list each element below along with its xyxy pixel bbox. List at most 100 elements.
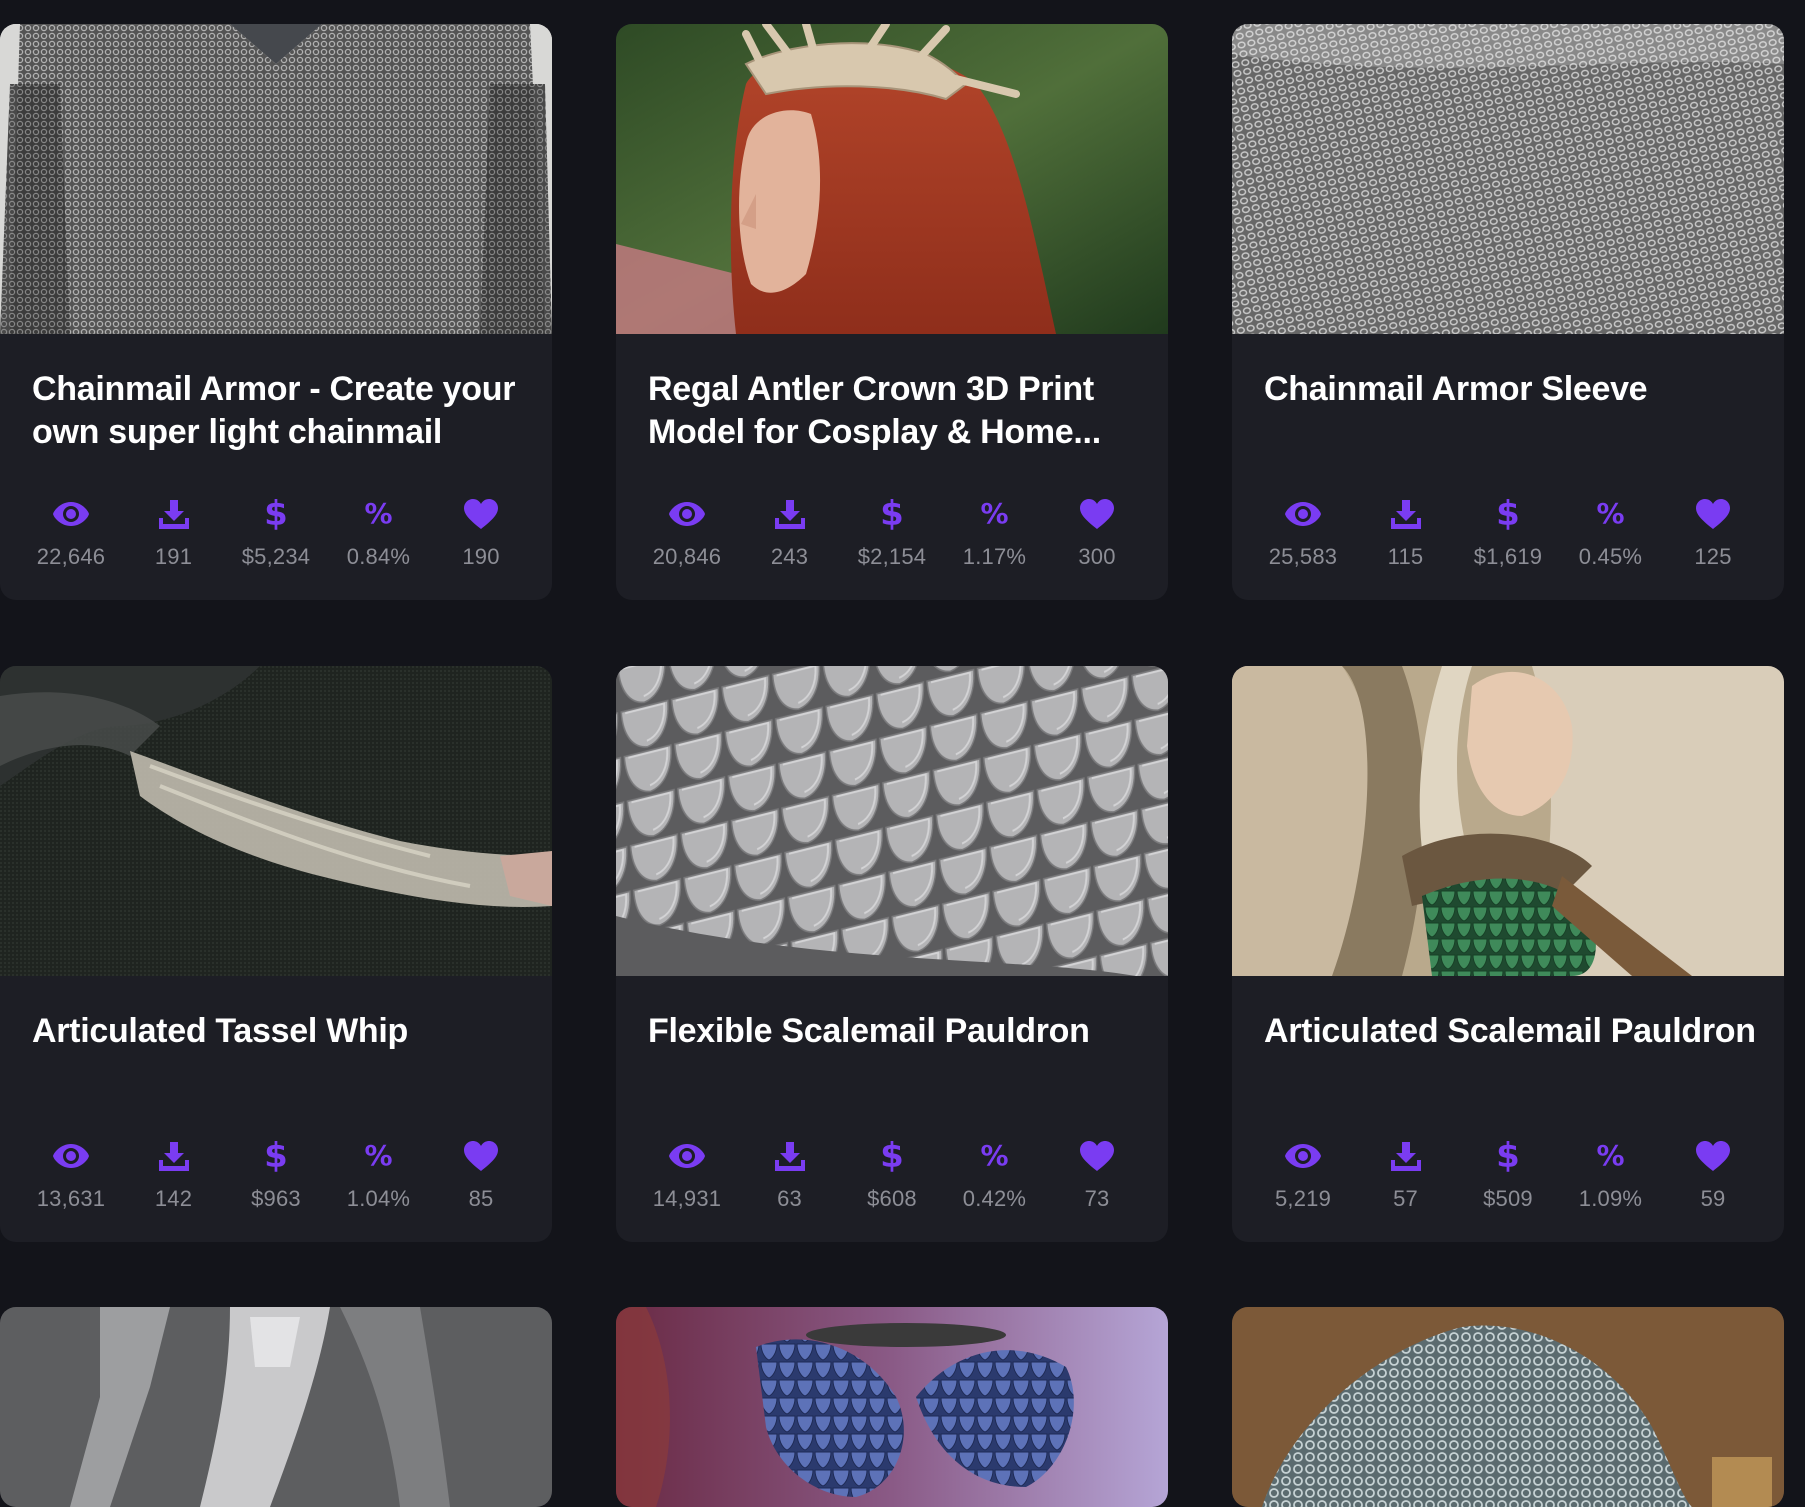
model-thumbnail[interactable] bbox=[0, 666, 552, 976]
model-title[interactable]: Articulated Scalemail Pauldron bbox=[1264, 1010, 1764, 1053]
model-title[interactable]: Articulated Tassel Whip bbox=[32, 1010, 532, 1053]
model-title[interactable]: Chainmail Armor Sleeve bbox=[1264, 368, 1764, 411]
download-icon bbox=[770, 494, 810, 534]
dollar-icon: $ bbox=[264, 1136, 288, 1176]
dragon-scale-top-image bbox=[616, 1307, 1168, 1507]
percent-icon: % bbox=[980, 497, 1009, 530]
likes-stat: 190 bbox=[430, 494, 532, 584]
likes-count: 73 bbox=[1084, 1186, 1110, 1211]
model-stats: 5,219 57 $ $509 % 1.09% 59 bbox=[1252, 1136, 1764, 1226]
likes-count: 59 bbox=[1700, 1186, 1726, 1211]
model-card[interactable]: Flexible Scalemail Pauldron 14,931 63 $ … bbox=[616, 666, 1168, 1242]
dollar-icon: $ bbox=[880, 1136, 904, 1176]
heart-icon bbox=[1693, 494, 1733, 534]
model-thumbnail[interactable] bbox=[1232, 1307, 1784, 1507]
likes-count: 85 bbox=[468, 1186, 494, 1211]
dollar-icon: $ bbox=[264, 494, 288, 534]
eye-icon bbox=[1283, 1136, 1323, 1176]
conversion-rate: 1.09% bbox=[1578, 1186, 1643, 1211]
dollar-icon: $ bbox=[880, 494, 904, 534]
model-card[interactable]: Chainmail Armor Sleeve 25,583 115 $ $1,6… bbox=[1232, 24, 1784, 600]
scalemail-render-image bbox=[616, 666, 1168, 976]
likes-count: 190 bbox=[462, 544, 500, 569]
downloads-stat: 243 bbox=[739, 494, 841, 584]
model-stats: 13,631 142 $ $963 % 1.04% 85 bbox=[20, 1136, 532, 1226]
views-stat: 13,631 bbox=[20, 1136, 122, 1226]
conversion-stat: % 0.45% bbox=[1560, 494, 1662, 584]
model-stats: 25,583 115 $ $1,619 % 0.45% 125 bbox=[1252, 494, 1764, 584]
conversion-rate: 0.42% bbox=[962, 1186, 1027, 1211]
downloads-stat: 63 bbox=[739, 1136, 841, 1226]
conversion-stat: % 1.04% bbox=[328, 1136, 430, 1226]
earnings-amount: $5,234 bbox=[241, 544, 311, 569]
antler-crown-image bbox=[616, 24, 1168, 334]
likes-count: 300 bbox=[1078, 544, 1116, 569]
eye-icon bbox=[51, 494, 91, 534]
earnings-amount: $608 bbox=[867, 1186, 917, 1211]
likes-stat: 85 bbox=[430, 1136, 532, 1226]
likes-count: 125 bbox=[1694, 544, 1732, 569]
views-stat: 20,846 bbox=[636, 494, 738, 584]
model-thumbnail[interactable] bbox=[616, 1307, 1168, 1507]
model-title[interactable]: Flexible Scalemail Pauldron bbox=[648, 1010, 1148, 1053]
percent-icon: % bbox=[364, 1139, 393, 1172]
conversion-stat: % 1.09% bbox=[1560, 1136, 1662, 1226]
model-thumbnail[interactable] bbox=[1232, 24, 1784, 334]
downloads-count: 115 bbox=[1387, 544, 1424, 569]
download-icon bbox=[1386, 494, 1426, 534]
conversion-rate: 0.45% bbox=[1578, 544, 1643, 569]
tassel-whip-image bbox=[0, 666, 552, 976]
model-card[interactable]: Regal Antler Crown 3D Print Model for Co… bbox=[616, 24, 1168, 600]
scalemail-pauldron-image bbox=[1232, 666, 1784, 976]
model-card[interactable]: Chainmail Armor - Create your own super … bbox=[0, 24, 552, 600]
downloads-count: 243 bbox=[770, 544, 809, 569]
views-stat: 22,646 bbox=[20, 494, 122, 584]
conversion-rate: 0.84% bbox=[346, 544, 411, 569]
downloads-count: 57 bbox=[1393, 1186, 1418, 1211]
download-icon bbox=[770, 1136, 810, 1176]
views-stat: 25,583 bbox=[1252, 494, 1354, 584]
model-card[interactable] bbox=[0, 1307, 552, 1507]
model-card[interactable] bbox=[1232, 1307, 1784, 1507]
heart-icon bbox=[461, 494, 501, 534]
earnings-stat: $ $963 bbox=[225, 1136, 327, 1226]
conversion-rate: 1.04% bbox=[346, 1186, 411, 1211]
earnings-stat: $ $608 bbox=[841, 1136, 943, 1226]
model-thumbnail[interactable] bbox=[0, 1307, 552, 1507]
model-thumbnail[interactable] bbox=[616, 24, 1168, 334]
conversion-stat: % 0.84% bbox=[328, 494, 430, 584]
heart-icon bbox=[1693, 1136, 1733, 1176]
model-title[interactable]: Chainmail Armor - Create your own super … bbox=[32, 368, 532, 454]
model-thumbnail[interactable] bbox=[1232, 666, 1784, 976]
earnings-stat: $ $2,154 bbox=[841, 494, 943, 584]
earnings-amount: $963 bbox=[251, 1186, 301, 1211]
downloads-stat: 57 bbox=[1355, 1136, 1457, 1226]
armor-render-image bbox=[0, 1307, 552, 1507]
views-count: 25,583 bbox=[1268, 544, 1338, 569]
earnings-amount: $2,154 bbox=[857, 544, 927, 569]
heart-icon bbox=[1077, 1136, 1117, 1176]
model-stats: 22,646 191 $ $5,234 % 0.84% 190 bbox=[20, 494, 532, 584]
earnings-amount: $1,619 bbox=[1473, 544, 1543, 569]
model-card[interactable] bbox=[616, 1307, 1168, 1507]
views-count: 22,646 bbox=[36, 544, 106, 569]
download-icon bbox=[154, 1136, 194, 1176]
views-count: 14,931 bbox=[652, 1186, 722, 1211]
downloads-stat: 191 bbox=[123, 494, 225, 584]
download-icon bbox=[1386, 1136, 1426, 1176]
model-thumbnail[interactable] bbox=[0, 24, 552, 334]
views-count: 20,846 bbox=[652, 544, 722, 569]
downloads-stat: 142 bbox=[123, 1136, 225, 1226]
downloads-count: 142 bbox=[154, 1186, 193, 1211]
model-grid: Chainmail Armor - Create your own super … bbox=[0, 0, 1805, 1507]
downloads-count: 191 bbox=[154, 544, 193, 569]
model-thumbnail[interactable] bbox=[616, 666, 1168, 976]
chainmail-pile-image bbox=[1232, 1307, 1784, 1507]
model-card[interactable]: Articulated Scalemail Pauldron 5,219 57 … bbox=[1232, 666, 1784, 1242]
earnings-stat: $ $1,619 bbox=[1457, 494, 1559, 584]
conversion-stat: % 0.42% bbox=[944, 1136, 1046, 1226]
eye-icon bbox=[667, 494, 707, 534]
model-title[interactable]: Regal Antler Crown 3D Print Model for Co… bbox=[648, 368, 1148, 454]
model-card[interactable]: Articulated Tassel Whip 13,631 142 $ $96… bbox=[0, 666, 552, 1242]
heart-icon bbox=[1077, 494, 1117, 534]
